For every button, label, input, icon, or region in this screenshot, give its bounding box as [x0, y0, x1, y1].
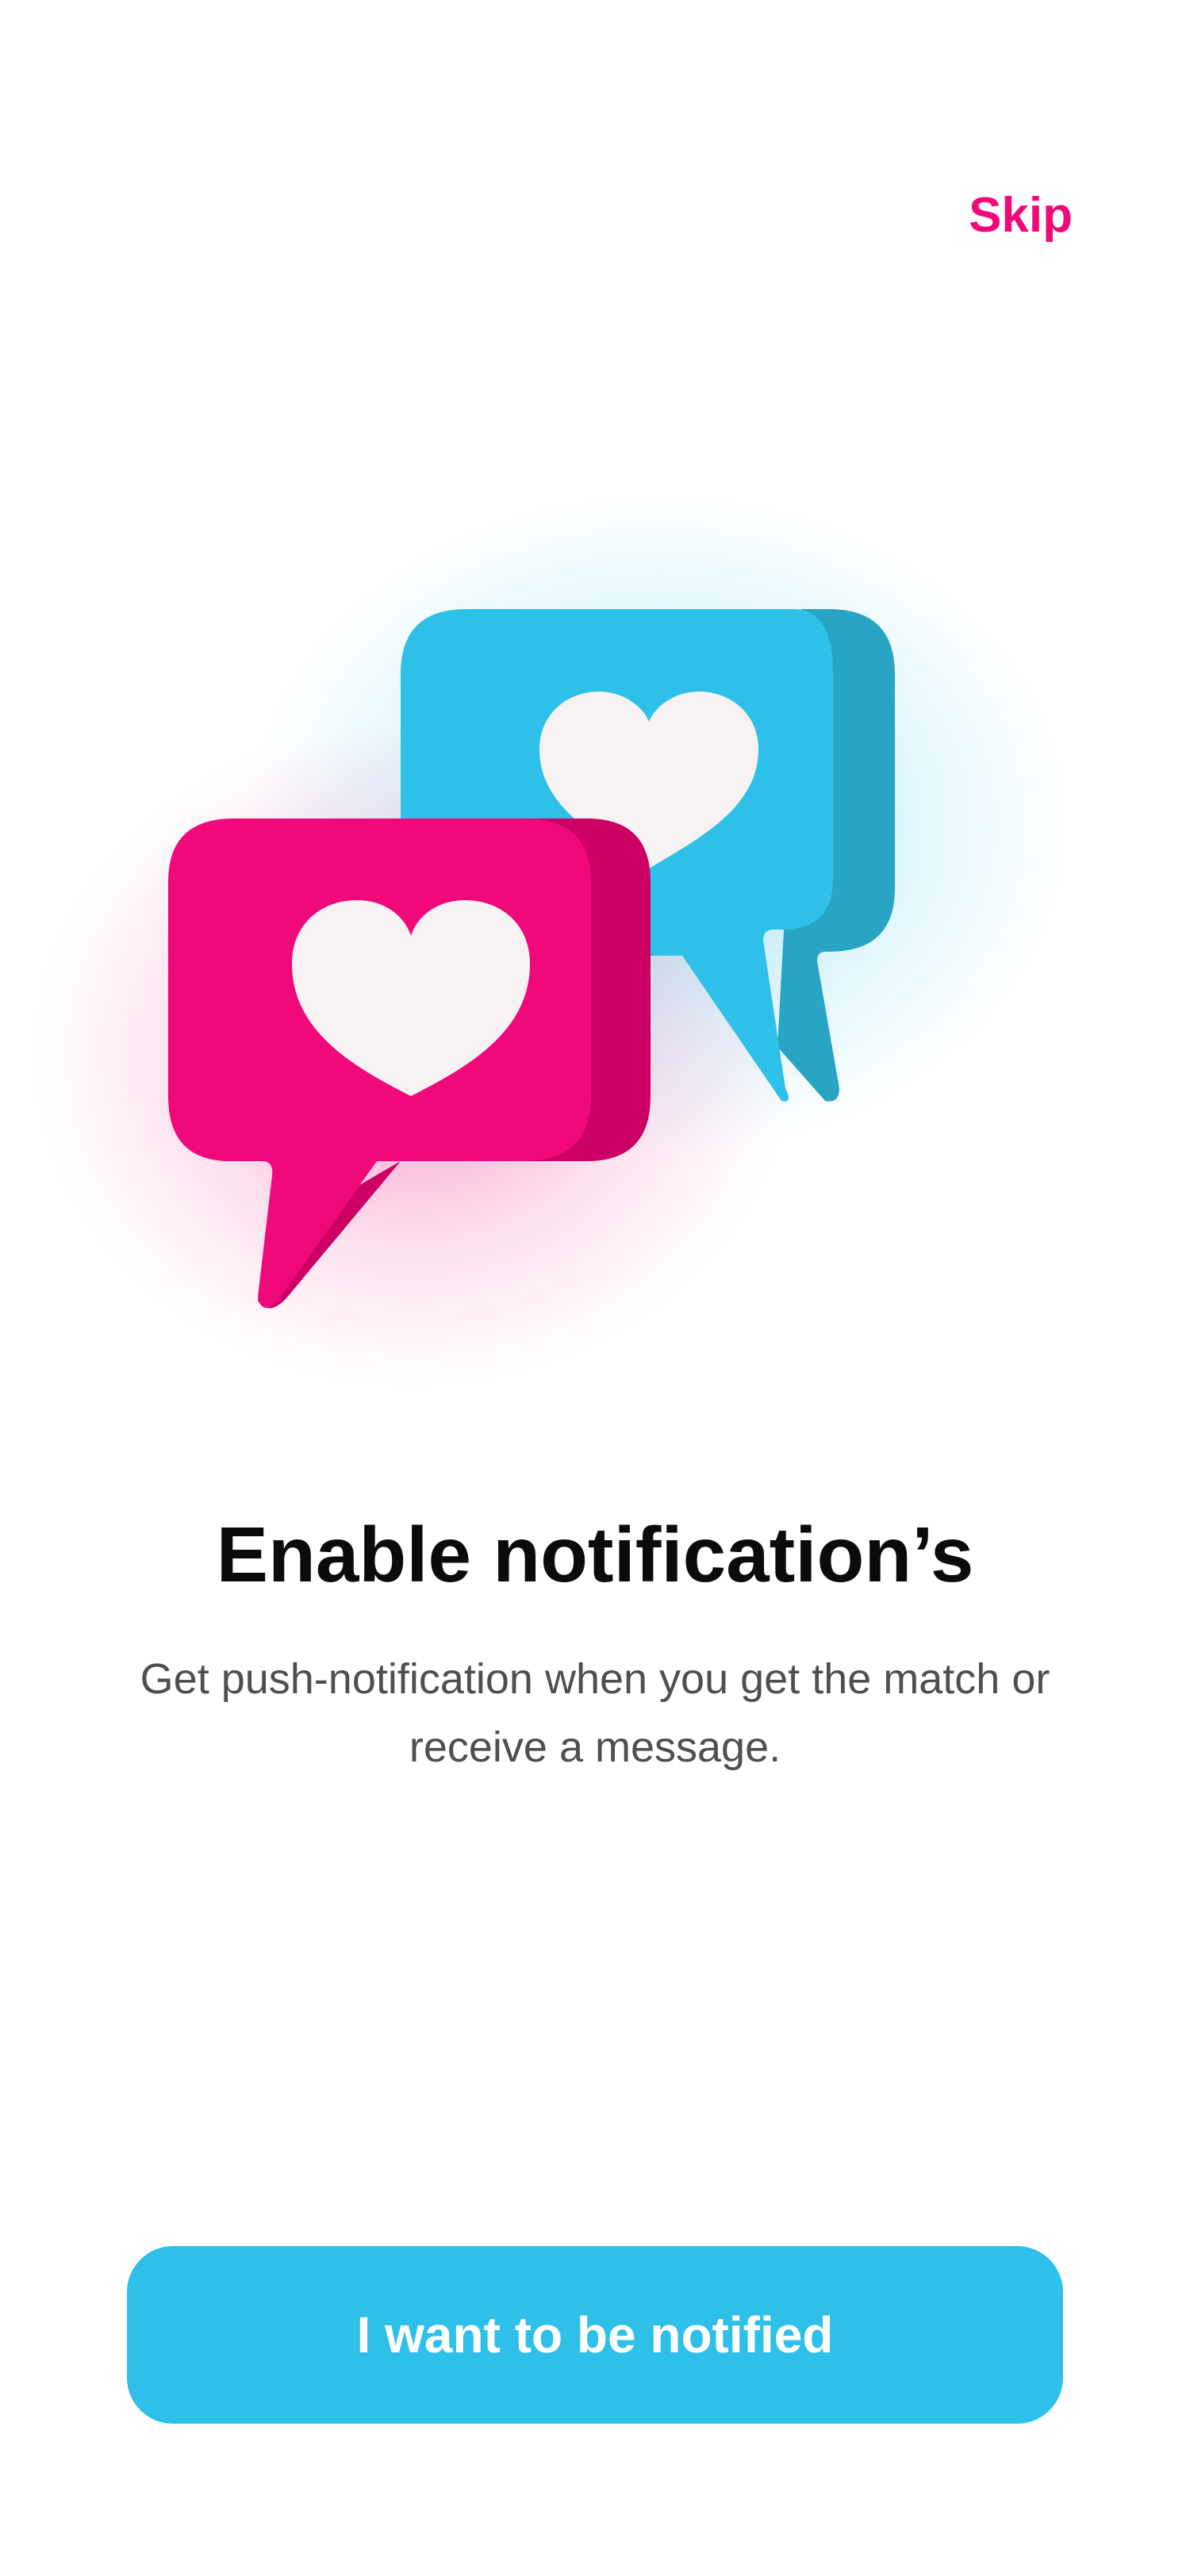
page-title: Enable notification’s — [216, 1511, 974, 1598]
skip-button[interactable]: Skip — [969, 184, 1073, 247]
notify-button[interactable]: I want to be notified — [127, 2246, 1063, 2424]
notify-button-label: I want to be notified — [356, 2306, 834, 2363]
chat-bubbles-heart-icon — [32, 492, 1071, 1388]
page-subtitle: Get push-notification when you get the m… — [140, 1655, 1050, 1771]
